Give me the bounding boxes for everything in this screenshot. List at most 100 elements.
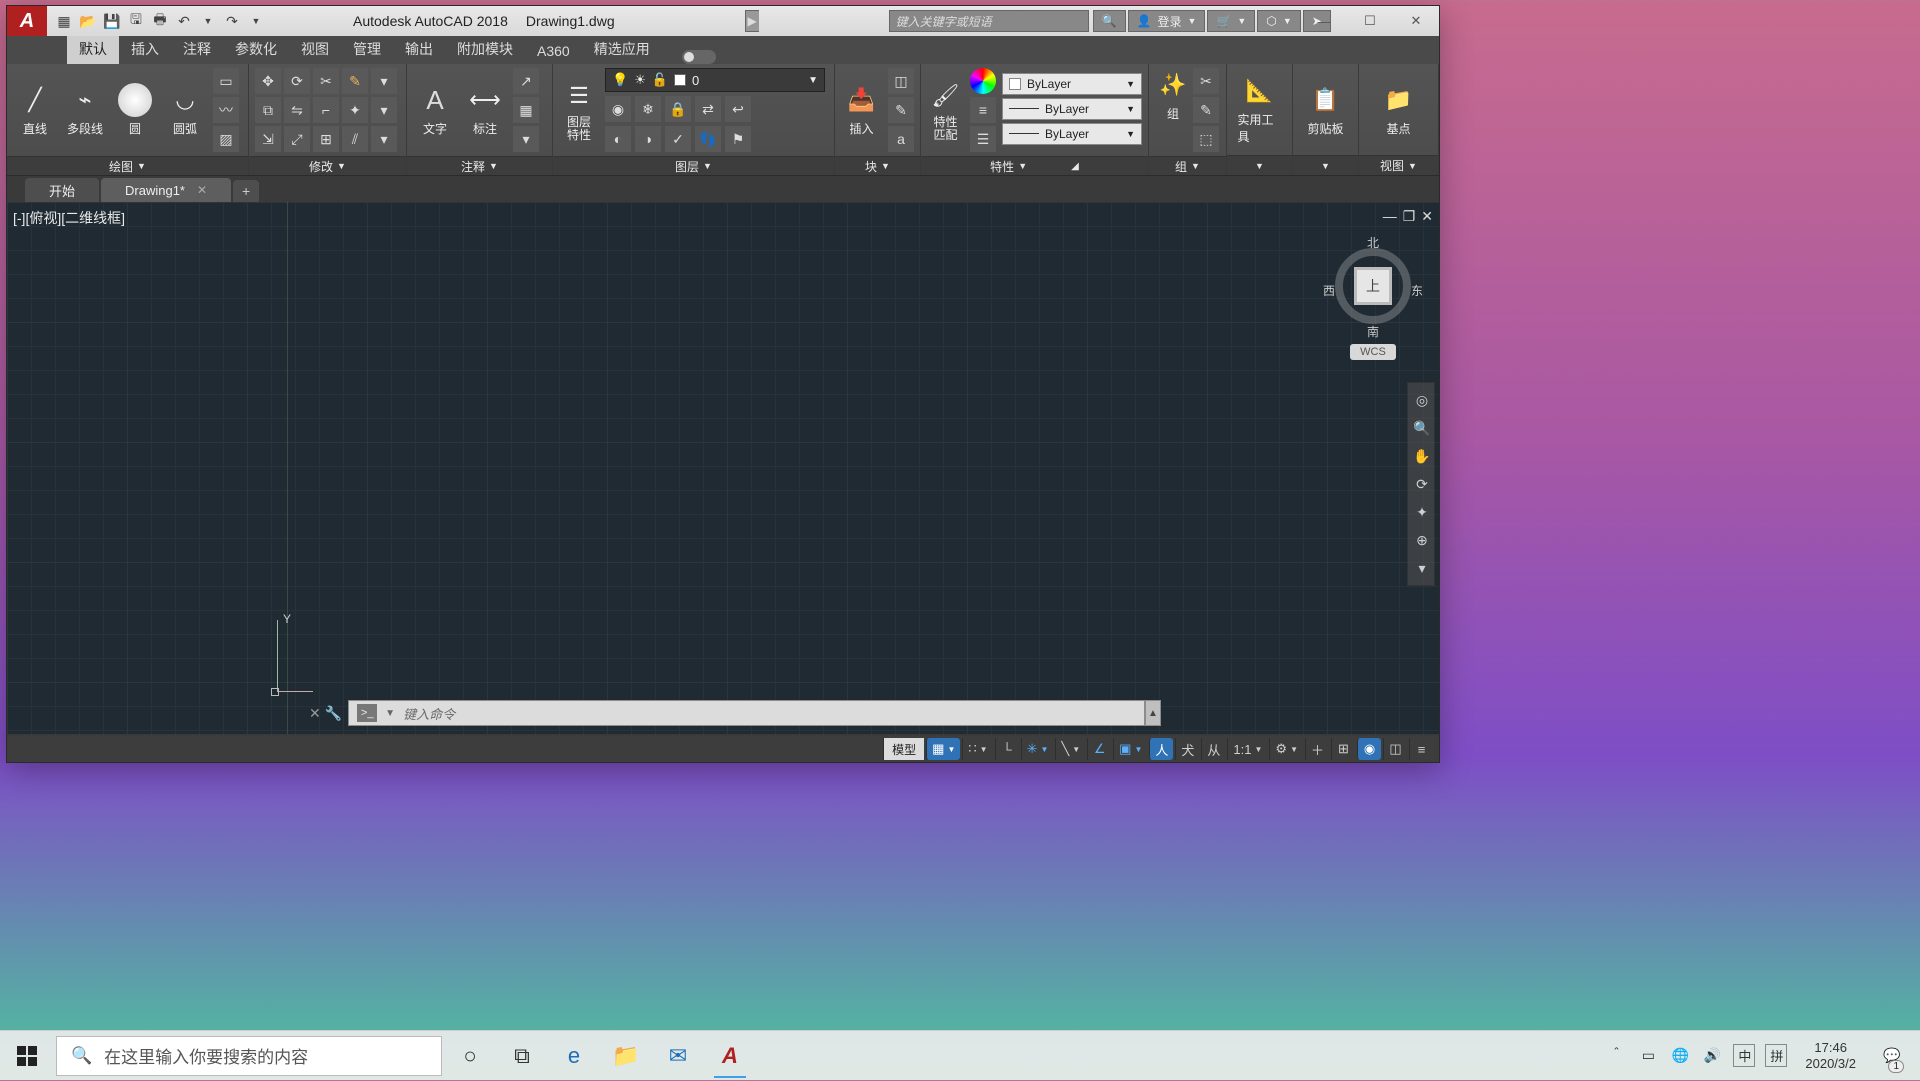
search-input[interactable]: 键入关键字或短语: [889, 10, 1089, 32]
panel-layers-title[interactable]: 图层▼: [553, 156, 834, 175]
line-button[interactable]: ╱直线: [13, 83, 57, 137]
array-button[interactable]: ⊞: [313, 126, 339, 152]
layer-props-button[interactable]: ☰图层 特性: [559, 79, 599, 142]
tab-output[interactable]: 输出: [393, 34, 445, 64]
block-create-button[interactable]: ◫: [888, 68, 914, 94]
vc-south[interactable]: 南: [1327, 323, 1419, 340]
nav-showmotion-icon[interactable]: ✦: [1411, 501, 1433, 523]
vc-top-face[interactable]: 上: [1357, 270, 1389, 302]
group-button[interactable]: ✨组: [1156, 68, 1190, 152]
vc-west[interactable]: 西: [1323, 282, 1335, 299]
sb-isolate-icon[interactable]: ◫: [1383, 738, 1407, 760]
nav-steer-icon[interactable]: ⊕: [1411, 529, 1433, 551]
panel-draw-title[interactable]: 绘图▼: [7, 156, 248, 175]
nav-more-icon[interactable]: ▾: [1411, 557, 1433, 579]
doctab-drawing1[interactable]: Drawing1*✕: [101, 178, 231, 202]
basepoint-button[interactable]: 📁基点: [1377, 83, 1421, 137]
fillet-button[interactable]: ⌐: [313, 97, 339, 123]
taskview-icon[interactable]: ⧉: [496, 1031, 548, 1081]
minimize-button[interactable]: —: [1301, 6, 1347, 36]
annot-more[interactable]: ▾: [513, 126, 539, 152]
lineweight-button[interactable]: ≡: [970, 97, 996, 123]
redo-icon[interactable]: ↷: [221, 10, 243, 32]
exchange-button[interactable]: 🛒 ▼: [1207, 10, 1255, 32]
offset-button[interactable]: ⫽: [342, 126, 368, 152]
sb-grid-icon[interactable]: ▦▼: [926, 738, 960, 760]
more3-button[interactable]: ▾: [371, 126, 397, 152]
paste-button[interactable]: 📋剪贴板: [1304, 83, 1348, 137]
layer-freeze-button[interactable]: ❄: [635, 96, 661, 122]
leader-button[interactable]: ↗: [513, 68, 539, 94]
mail-icon[interactable]: ✉: [652, 1031, 704, 1081]
vp-close-icon[interactable]: ✕: [1421, 208, 1433, 225]
erase-button[interactable]: ✎: [342, 68, 368, 94]
sb-trans-icon[interactable]: 犬: [1175, 738, 1199, 760]
match-props-button[interactable]: 🖌特性 匹配: [927, 79, 964, 142]
saveas-icon[interactable]: 🖫: [125, 10, 147, 32]
layer-iso-button[interactable]: ◐: [605, 126, 631, 152]
start-button[interactable]: [0, 1031, 54, 1081]
sb-cycling-icon[interactable]: 从: [1201, 738, 1225, 760]
more2-button[interactable]: ▾: [371, 97, 397, 123]
cmd-expand-icon[interactable]: ▲: [1145, 700, 1161, 726]
nav-pan-icon[interactable]: ✋: [1411, 445, 1433, 467]
group-edit-button[interactable]: ✎: [1193, 97, 1219, 123]
maximize-button[interactable]: ☐: [1347, 6, 1393, 36]
panel-annot-title[interactable]: 注释▼: [407, 156, 552, 175]
close-icon[interactable]: ✕: [197, 183, 207, 197]
sb-plus-icon[interactable]: ＋: [1305, 738, 1329, 760]
infocenter-search-button[interactable]: 🔍: [1093, 10, 1126, 32]
move-button[interactable]: ✥: [255, 68, 281, 94]
panel-modify-title[interactable]: 修改▼: [249, 156, 406, 175]
vc-north[interactable]: 北: [1327, 234, 1419, 251]
sb-iso-icon[interactable]: ╲▼: [1055, 738, 1085, 760]
layer-lock-button[interactable]: 🔒: [665, 96, 691, 122]
autocad-taskbar-icon[interactable]: A: [704, 1031, 756, 1081]
panel-block-title[interactable]: 块▼: [835, 156, 920, 175]
mirror-button[interactable]: ⇋: [284, 97, 310, 123]
undo-dd-icon[interactable]: ▼: [197, 10, 219, 32]
undo-icon[interactable]: ↶: [173, 10, 195, 32]
drawing-area[interactable]: [-][俯视][二维线框] — ❐ ✕ 北 西 东 上 南 WCS ◎ 🔍 ✋ …: [7, 202, 1439, 734]
taskbar-search[interactable]: 🔍 在这里输入你要搜索的内容: [56, 1036, 442, 1076]
volume-icon[interactable]: 🔊: [1701, 1047, 1723, 1064]
layer-make-button[interactable]: ✓: [665, 126, 691, 152]
rect-button[interactable]: ▭: [213, 68, 239, 94]
wcs-badge[interactable]: WCS: [1350, 344, 1396, 360]
cortana-icon[interactable]: ○: [444, 1031, 496, 1081]
tab-insert[interactable]: 插入: [119, 34, 171, 64]
sb-scale[interactable]: 1:1▼: [1227, 738, 1267, 760]
close-button[interactable]: ✕: [1393, 6, 1439, 36]
block-attr-button[interactable]: a: [888, 126, 914, 152]
tray-chevron-icon[interactable]: ＾: [1605, 1046, 1627, 1066]
save-icon[interactable]: 💾: [101, 10, 123, 32]
tab-view[interactable]: 视图: [289, 34, 341, 64]
sign-in-button[interactable]: 👤 登录 ▼: [1128, 10, 1206, 32]
panel-group-title[interactable]: 组▼: [1149, 156, 1226, 175]
color-dropdown[interactable]: ByLayer▼: [1002, 73, 1142, 95]
explorer-icon[interactable]: 📁: [600, 1031, 652, 1081]
nav-orbit-icon[interactable]: ⟳: [1411, 473, 1433, 495]
cmd-wrench-icon[interactable]: 🔧: [325, 705, 342, 722]
table-button[interactable]: ▦: [513, 97, 539, 123]
tab-a360[interactable]: A360: [525, 38, 582, 64]
more1-button[interactable]: ▾: [371, 68, 397, 94]
tab-parametric[interactable]: 参数化: [223, 34, 289, 64]
battery-icon[interactable]: ▭: [1637, 1047, 1659, 1064]
sb-osnap-icon[interactable]: ∠: [1087, 738, 1111, 760]
taskbar-clock[interactable]: 17:46 2020/3/2: [1797, 1040, 1864, 1072]
sb-ortho-icon[interactable]: └: [995, 738, 1019, 760]
tab-featured[interactable]: 精选应用: [582, 34, 662, 64]
print-icon[interactable]: 🖶: [149, 10, 171, 32]
layer-prev-button[interactable]: ↩: [725, 96, 751, 122]
app-logo[interactable]: A: [7, 6, 47, 36]
layer-off-button[interactable]: ◉: [605, 96, 631, 122]
block-insert-button[interactable]: 📥插入: [841, 83, 882, 137]
text-button[interactable]: A文字: [413, 83, 457, 137]
ime-lang[interactable]: 中: [1733, 1044, 1755, 1067]
sb-polar-icon[interactable]: ✳▼: [1021, 738, 1054, 760]
search-arrow-icon[interactable]: ▶: [745, 10, 759, 32]
rotate-button[interactable]: ⟳: [284, 68, 310, 94]
explode-button[interactable]: ✦: [342, 97, 368, 123]
layer-dropdown[interactable]: 💡 ☀ 🔓 0 ▼: [605, 68, 825, 92]
